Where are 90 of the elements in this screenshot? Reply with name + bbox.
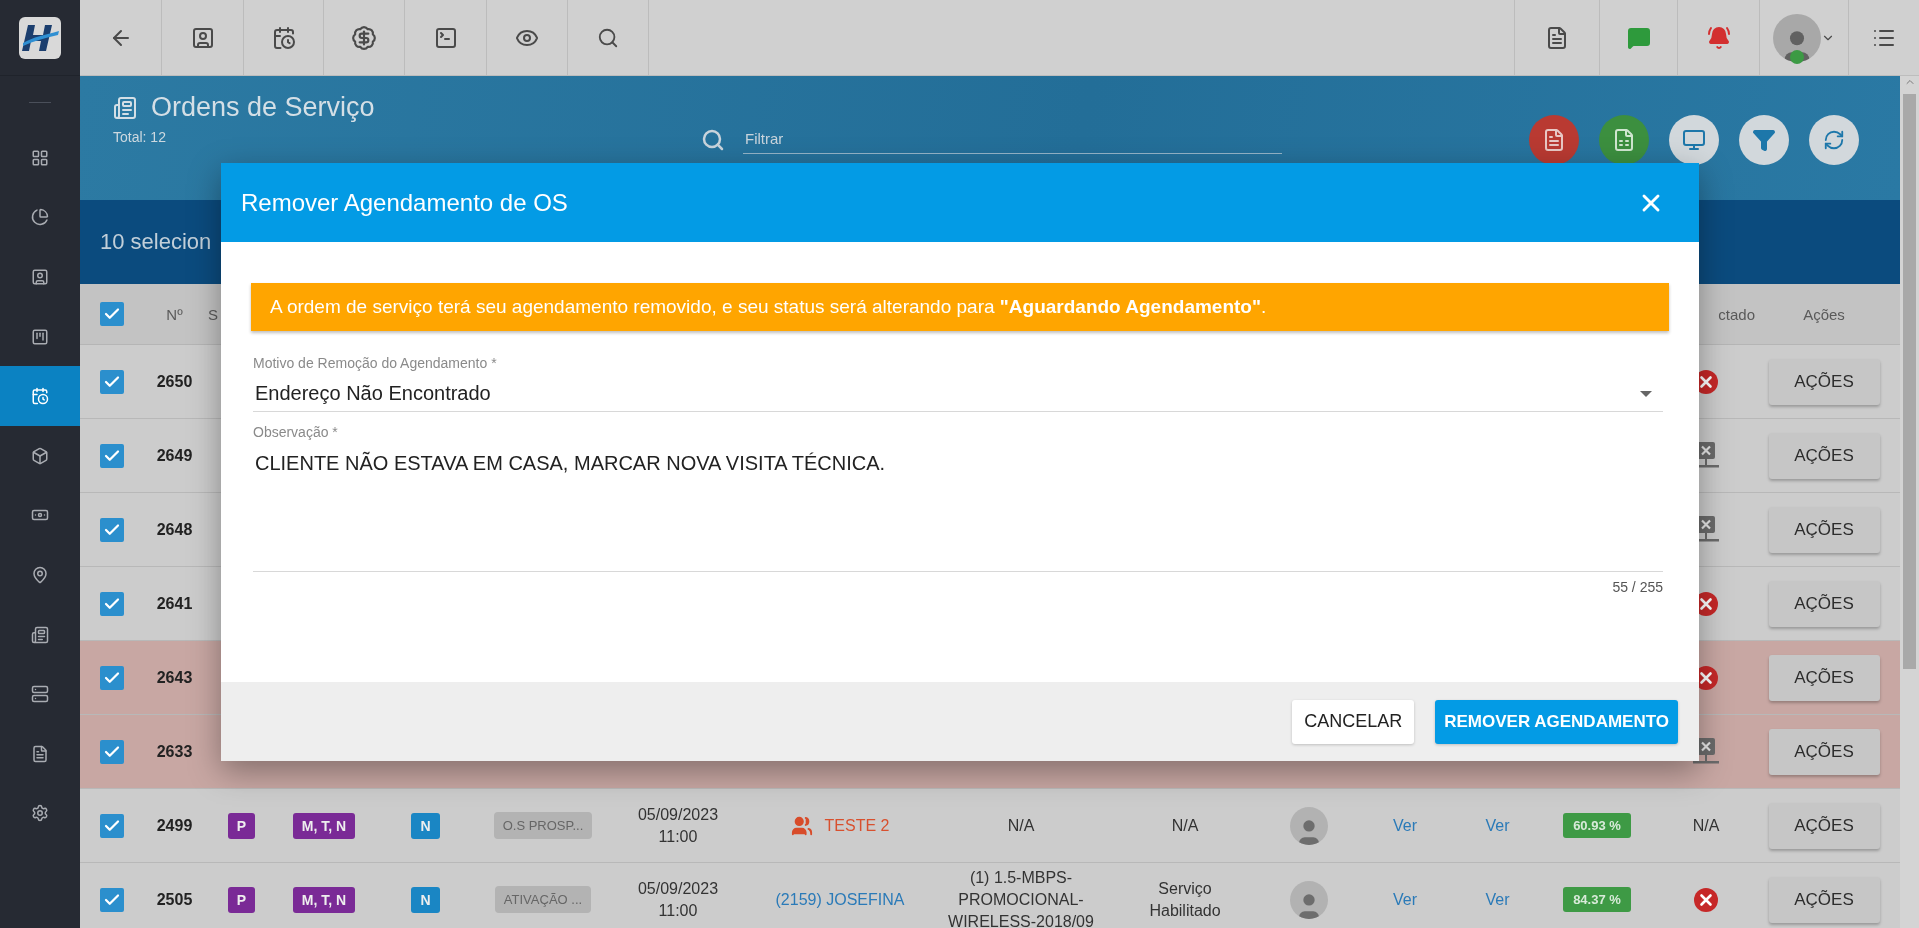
progress-badge: 84.37 % <box>1563 887 1631 912</box>
order-number: 2648 <box>156 520 193 539</box>
actions-button[interactable]: AÇÕES <box>1768 580 1880 627</box>
row-checkbox[interactable] <box>100 739 124 764</box>
actions-button[interactable]: AÇÕES <box>1768 728 1880 775</box>
order-number: 2641 <box>156 594 193 613</box>
row-checkbox[interactable] <box>100 443 124 468</box>
monitor-button[interactable] <box>1669 115 1719 165</box>
character-counter: 55 / 255 <box>1612 579 1663 595</box>
order-number: 2505 <box>156 890 193 909</box>
plan-name: (1) 1.5-MBPS-PROMOCIONAL-WIRELESS-2018/09 <box>947 867 1095 928</box>
logo[interactable] <box>19 16 61 59</box>
calendar-clock-icon[interactable] <box>271 25 296 50</box>
row-checkbox[interactable] <box>100 591 124 616</box>
shift-badge: M, T, N <box>292 886 356 913</box>
row-checkbox[interactable] <box>100 887 124 912</box>
table-cell-text: N/A <box>1692 815 1720 836</box>
filter-button[interactable] <box>1739 115 1789 165</box>
scrollbar-thumb[interactable] <box>1903 94 1916 669</box>
warning-message: A ordem de serviço terá seu agendamento removido, e seu status será alterando para "Aguardando Agendamento". <box>251 283 1669 331</box>
actions-button[interactable]: AÇÕES <box>1768 802 1880 849</box>
status-text: N/A <box>1171 815 1199 836</box>
refresh-icon <box>1823 129 1845 151</box>
shift-badge: M, T, N <box>292 812 356 839</box>
dashboard-icon <box>31 148 49 167</box>
dialog-title: Remover Agendamento de OS <box>241 188 568 217</box>
actions-button[interactable]: AÇÕES <box>1768 358 1880 405</box>
actions-button[interactable]: AÇÕES <box>1768 876 1880 923</box>
monitor-icon <box>1682 128 1706 152</box>
observation-field[interactable]: Observação * CLIENTE NÃO ESTAVA EM CASA, MARCAR NOVA VISITA TÉCNICA. <box>253 424 1663 572</box>
category-tag: O.S PROSP... <box>493 812 593 839</box>
type-badge: P <box>227 812 256 839</box>
order-number: 2643 <box>156 668 193 687</box>
settings-icon <box>31 804 49 823</box>
contact-icon <box>31 268 49 286</box>
cancel-button[interactable]: CANCELAR <box>1292 699 1415 744</box>
filter-icon <box>1752 128 1776 152</box>
actions-button[interactable]: AÇÕES <box>1768 654 1880 701</box>
page-title: Ordens de Serviço <box>151 92 375 123</box>
order-number: 2650 <box>156 372 193 391</box>
order-number: 2633 <box>156 742 193 761</box>
terminal-icon[interactable] <box>433 25 458 50</box>
category-tag: ATIVAÇÃO ... <box>494 886 592 913</box>
column-header: S <box>207 305 218 323</box>
period-badge: N <box>411 886 440 913</box>
total-count: Total: 12 <box>113 129 167 145</box>
server-icon <box>31 685 49 704</box>
dollar-icon[interactable] <box>351 24 377 51</box>
map-pin-icon <box>31 565 49 584</box>
status-text: Serviço Habilitado <box>1148 878 1222 921</box>
row-checkbox[interactable] <box>100 369 124 394</box>
calendar-clock-icon <box>31 387 49 406</box>
period-badge: N <box>411 812 440 839</box>
contact-icon[interactable] <box>190 25 215 50</box>
caret-icon[interactable] <box>1639 389 1653 398</box>
search-icon[interactable] <box>597 26 619 49</box>
progress-badge: 60.93 % <box>1563 813 1631 838</box>
row-checkbox[interactable] <box>100 813 124 838</box>
reason-select[interactable]: Motivo de Remoção do Agendamento * Endereço Não Encontrado <box>253 355 1663 412</box>
pie-chart-icon <box>31 208 49 227</box>
document-icon <box>113 95 137 120</box>
row-checkbox[interactable] <box>100 665 124 690</box>
column-header: Ações <box>1803 305 1845 323</box>
sidebar-item[interactable] <box>0 366 80 426</box>
bell-icon[interactable] <box>1706 25 1731 50</box>
column-header: Nº <box>166 305 183 323</box>
user-avatar[interactable] <box>1773 13 1821 62</box>
refresh-button[interactable] <box>1809 115 1859 165</box>
board-icon <box>31 327 49 346</box>
row-checkbox[interactable] <box>100 517 124 542</box>
date-time: 05/09/2023 11:00 <box>637 878 719 921</box>
cube-icon <box>31 446 49 465</box>
select-all-checkbox[interactable] <box>100 302 124 326</box>
pdf-button[interactable] <box>1529 115 1579 165</box>
spreadsheet-icon <box>1612 128 1636 152</box>
date-time: 05/09/2023 11:00 <box>637 804 719 847</box>
actions-button[interactable]: AÇÕES <box>1768 506 1880 553</box>
error-icon <box>1693 886 1719 913</box>
filter-field[interactable]: Filtrar <box>743 126 1282 154</box>
document-icon <box>31 744 49 763</box>
column-header: ctado <box>1718 305 1756 323</box>
order-number: 2499 <box>156 816 193 835</box>
plan-name: N/A <box>1007 815 1035 836</box>
selection-count: 10 selecion <box>100 229 212 255</box>
order-number: 2649 <box>156 446 193 465</box>
search-icon <box>701 128 725 152</box>
type-badge: P <box>227 886 256 913</box>
spreadsheet-button[interactable] <box>1599 115 1649 165</box>
actions-button[interactable]: AÇÕES <box>1768 432 1880 479</box>
people-icon <box>790 814 813 837</box>
